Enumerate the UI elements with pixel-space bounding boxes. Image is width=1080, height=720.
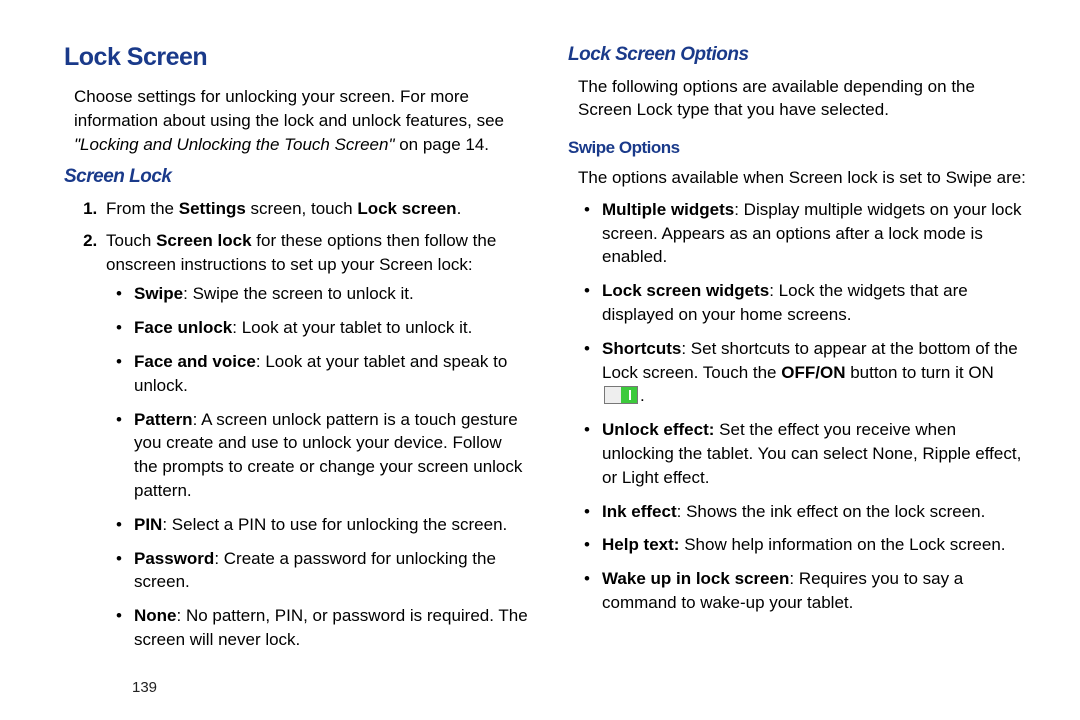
item-shortcuts: Shortcuts: Set shortcuts to appear at th… <box>598 337 1032 408</box>
item-multiple-widgets: Multiple widgets: Display multiple widge… <box>598 198 1032 269</box>
option-pattern: Pattern: A screen unlock pattern is a to… <box>130 408 528 503</box>
on-toggle-icon <box>604 386 638 404</box>
option-pin: PIN: Select a PIN to use for unlocking t… <box>130 513 528 537</box>
cross-reference: "Locking and Unlocking the Touch Screen" <box>74 135 394 154</box>
step-2: Touch Screen lock for these options then… <box>102 229 528 652</box>
steps-list: From the Settings screen, touch Lock scr… <box>64 197 528 652</box>
left-column: Lock Screen Choose settings for unlockin… <box>64 40 528 700</box>
section-heading: Lock Screen <box>64 40 528 75</box>
swipe-options-heading: Swipe Options <box>568 136 1032 160</box>
option-password: Password: Create a password for unlockin… <box>130 547 528 595</box>
item-wake-up: Wake up in lock screen: Requires you to … <box>598 567 1032 615</box>
intro-paragraph: Choose settings for unlocking your scree… <box>64 85 528 156</box>
option-face-voice: Face and voice: Look at your tablet and … <box>130 350 528 398</box>
page-number: 139 <box>132 677 157 698</box>
item-help-text: Help text: Show help information on the … <box>598 533 1032 557</box>
swipe-options-list: Multiple widgets: Display multiple widge… <box>568 198 1032 615</box>
option-none: None: No pattern, PIN, or password is re… <box>130 604 528 652</box>
item-ink-effect: Ink effect: Shows the ink effect on the … <box>598 500 1032 524</box>
subsection-screen-lock: Screen Lock <box>64 164 528 191</box>
options-intro: The following options are available depe… <box>568 75 1032 123</box>
lock-options-list: Swipe: Swipe the screen to unlock it. Fa… <box>106 282 528 651</box>
subsection-lock-screen-options: Lock Screen Options <box>568 42 1032 69</box>
swipe-lead: The options available when Screen lock i… <box>568 166 1032 190</box>
step-1: From the Settings screen, touch Lock scr… <box>102 197 528 221</box>
option-face-unlock: Face unlock: Look at your tablet to unlo… <box>130 316 528 340</box>
option-swipe: Swipe: Swipe the screen to unlock it. <box>130 282 528 306</box>
item-lock-screen-widgets: Lock screen widgets: Lock the widgets th… <box>598 279 1032 327</box>
right-column: Lock Screen Options The following option… <box>568 40 1032 700</box>
item-unlock-effect: Unlock effect: Set the effect you receiv… <box>598 418 1032 489</box>
